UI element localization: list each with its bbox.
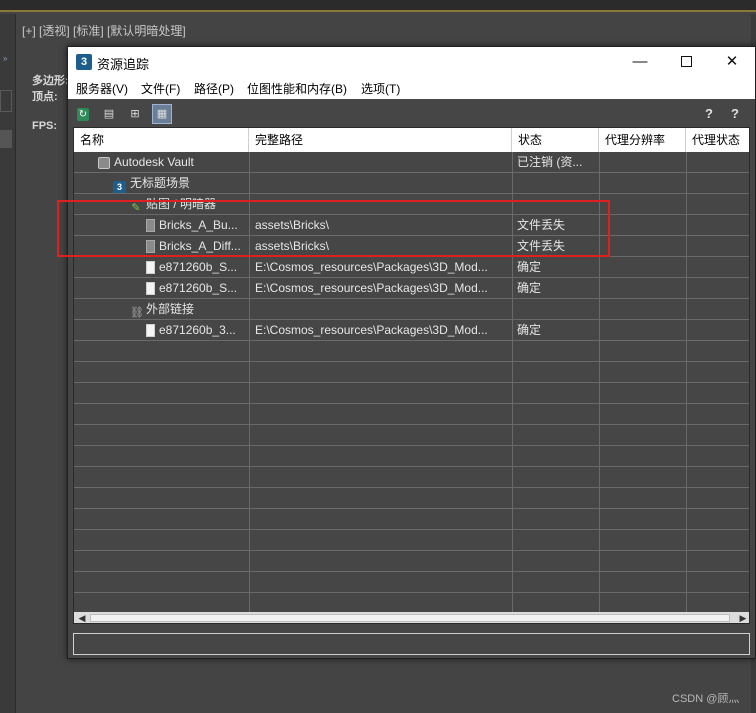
refresh-button[interactable]: ↻ (73, 104, 93, 124)
column-header-proxy-status[interactable]: 代理状态 (686, 128, 749, 152)
empty-table-row[interactable] (74, 362, 749, 383)
row-path-cell: E:\Cosmos_resources\Packages\3D_Mod... (255, 260, 488, 274)
panel-field[interactable] (0, 130, 12, 148)
panel-arrows-icon: » (3, 54, 8, 63)
empty-table-row[interactable] (74, 572, 749, 593)
title-bar[interactable]: 3 资源追踪 — ✕ (68, 47, 755, 77)
table-row[interactable]: Autodesk Vault 已注销 (资... (74, 152, 749, 173)
row-name-cell: e871260b_3... (146, 320, 249, 340)
empty-table-row[interactable] (74, 425, 749, 446)
menu-options[interactable]: 选项(T) (361, 80, 400, 97)
row-name: 无标题场景 (130, 176, 191, 190)
table-view-button[interactable]: ▦ (152, 104, 172, 124)
menu-bar: 服务器(V) 文件(F) 路径(P) 位图性能和内存(B) 选项(T) (68, 77, 755, 99)
table-row[interactable]: e871260b_S... E:\Cosmos_resources\Package… (74, 278, 749, 299)
empty-table-row[interactable] (74, 593, 749, 614)
missing-files-highlight (57, 200, 610, 257)
toolbar: ↻ ▤ ⊞ ▦ ? ? (68, 99, 755, 127)
column-divider (686, 152, 687, 612)
menu-bitmap-performance[interactable]: 位图性能和内存(B) (247, 80, 347, 97)
row-path-cell: E:\Cosmos_resources\Packages\3D_Mod... (255, 323, 488, 337)
horizontal-scrollbar[interactable]: ◀ ▶ (74, 612, 749, 623)
empty-table-row[interactable] (74, 404, 749, 425)
status-field[interactable] (73, 633, 750, 655)
help-button[interactable]: ? (699, 104, 719, 124)
row-path-cell: E:\Cosmos_resources\Packages\3D_Mod... (255, 281, 488, 295)
column-header-proxy-resolution[interactable]: 代理分辨率 (599, 128, 686, 152)
row-status-cell: 确定 (517, 281, 542, 295)
row-path-cell (255, 173, 508, 193)
context-help-button[interactable]: ? (725, 104, 745, 124)
row-name-cell: e871260b_S... (146, 257, 249, 277)
maximize-icon (680, 56, 692, 67)
row-name-cell: Autodesk Vault (98, 152, 249, 172)
row-name-cell: e871260b_S... (146, 278, 249, 298)
row-status-cell (517, 173, 597, 193)
file-icon (146, 282, 155, 295)
row-path-cell (255, 299, 508, 319)
minimize-button[interactable]: — (617, 47, 663, 77)
panel-field[interactable] (0, 90, 12, 112)
app-icon: 3 (76, 54, 92, 70)
empty-table-row[interactable] (74, 446, 749, 467)
empty-table-row[interactable] (74, 530, 749, 551)
row-name-cell: 3 无标题场景 (113, 173, 249, 193)
row-status-cell: 确定 (517, 323, 542, 337)
tree-view-icon: ⊞ (130, 108, 140, 120)
vault-icon (98, 157, 110, 169)
column-header-full-path[interactable]: 完整路径 (249, 128, 512, 152)
empty-table-row[interactable] (74, 488, 749, 509)
table-row[interactable]: e871260b_S... E:\Cosmos_resources\Package… (74, 257, 749, 278)
scroll-right-icon[interactable]: ▶ (737, 612, 749, 623)
menu-server[interactable]: 服务器(V) (76, 80, 128, 97)
asset-tracking-dialog: 3 资源追踪 — ✕ 服务器(V) 文件(F) 路径(P) 位图性能和内存(B)… (67, 46, 756, 659)
empty-table-row[interactable] (74, 341, 749, 362)
empty-table-row[interactable] (74, 467, 749, 488)
viewport-label[interactable]: [+] [透视] [标准] [默认明暗处理] (22, 22, 186, 39)
polygons-label: 多边形: (32, 75, 69, 87)
table-row[interactable]: ⛓ 外部链接 (74, 299, 749, 320)
tree-view-button[interactable]: ⊞ (125, 104, 145, 124)
row-status-cell: 确定 (517, 260, 542, 274)
window-title: 资源追踪 (97, 57, 150, 72)
row-name: e871260b_S... (159, 281, 238, 295)
table-header: 名称 完整路径 状态 代理分辨率 代理状态 (74, 128, 749, 152)
menu-file[interactable]: 文件(F) (141, 80, 180, 97)
row-name: e871260b_3... (159, 323, 236, 337)
scrollbar-thumb[interactable] (90, 614, 730, 622)
scene-icon: 3 (113, 181, 126, 193)
scroll-left-icon[interactable]: ◀ (76, 612, 88, 623)
row-name: 外部链接 (146, 302, 195, 316)
column-header-name[interactable]: 名称 (74, 128, 249, 152)
file-icon (146, 261, 155, 274)
row-status-cell (517, 299, 597, 319)
top-toolbar-strip (0, 0, 756, 12)
row-status-cell: 已注销 (资... (517, 155, 583, 169)
close-button[interactable]: ✕ (709, 47, 755, 77)
empty-table-row[interactable] (74, 383, 749, 404)
table-view-icon: ▦ (156, 108, 168, 120)
watermark: CSDN @顾灬 (672, 693, 740, 705)
row-path-cell (255, 152, 508, 172)
list-view-icon: ▤ (103, 108, 115, 120)
refresh-icon: ↻ (77, 108, 89, 121)
empty-table-row[interactable] (74, 551, 749, 572)
row-name: Autodesk Vault (114, 155, 194, 169)
maximize-button[interactable] (663, 47, 709, 77)
table-row[interactable]: e871260b_3... E:\Cosmos_resources\Package… (74, 320, 749, 341)
empty-table-row[interactable] (74, 509, 749, 530)
vertices-label: 顶点: (32, 91, 58, 103)
link-icon: ⛓ (130, 307, 144, 319)
table-row[interactable]: 3 无标题场景 (74, 173, 749, 194)
left-side-panel: » (0, 14, 16, 713)
row-name-cell: ⛓ 外部链接 (130, 299, 249, 319)
file-icon (146, 324, 155, 337)
fps-label: FPS: (32, 120, 58, 132)
list-view-button[interactable]: ▤ (99, 104, 119, 124)
row-name: e871260b_S... (159, 260, 238, 274)
menu-path[interactable]: 路径(P) (194, 80, 234, 97)
column-header-status[interactable]: 状态 (512, 128, 599, 152)
